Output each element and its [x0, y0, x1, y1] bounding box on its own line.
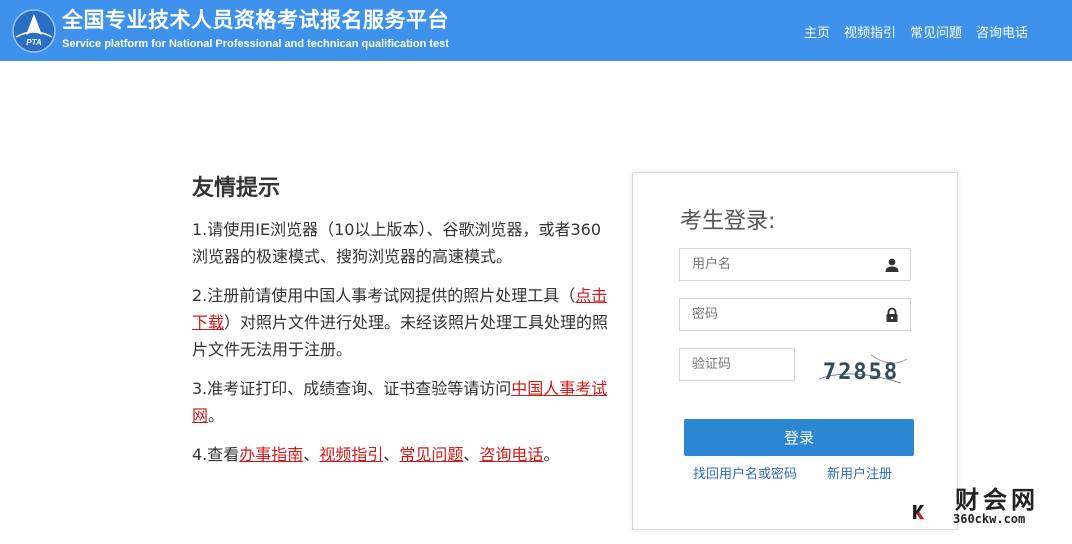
hotline-link[interactable]: 咨询电话: [479, 445, 543, 464]
password-field-box: [679, 298, 911, 331]
separator: 、: [303, 445, 320, 464]
separator: 、: [383, 445, 400, 464]
site-subtitle: Service platform for National Profession…: [62, 38, 449, 50]
tip-2: 2.注册前请使用中国人事考试网提供的照片处理工具（点击下载）对照片文件进行处理。…: [192, 282, 612, 363]
login-title: 考生登录:: [680, 209, 776, 234]
tip-2-text-b: ）对照片文件进行处理。未经该照片处理工具处理的照片文件无法用于注册。: [192, 313, 609, 359]
nav-hotline[interactable]: 咨询电话: [976, 22, 1028, 41]
tip-3: 3.准考证打印、成绩查询、证书查验等请访问中国人事考试网。: [192, 375, 612, 429]
tip-3-text-a: 3.准考证打印、成绩查询、证书查验等请访问: [192, 379, 512, 398]
recover-account-link[interactable]: 找回用户名或密码: [693, 463, 797, 482]
nav-home[interactable]: 主页: [804, 22, 830, 41]
guide-link[interactable]: 办事指南: [239, 445, 303, 464]
nav-faq[interactable]: 常见问题: [910, 22, 962, 41]
tip-3-text-b: 。: [208, 406, 225, 425]
nav-video-guide[interactable]: 视频指引: [844, 22, 896, 41]
password-input[interactable]: [680, 299, 910, 330]
tip-4-text: 4.查看: [192, 445, 240, 464]
tip-4-end: 。: [543, 445, 560, 464]
top-nav: 主页 视频指引 常见问题 咨询电话: [804, 22, 1028, 41]
register-link[interactable]: 新用户注册: [827, 463, 892, 482]
pta-logo-icon: PTA: [12, 9, 56, 53]
username-field-box: [679, 248, 911, 281]
tip-1: 1.请使用IE浏览器（10以上版本）、谷歌浏览器，或者360浏览器的极速模式、搜…: [192, 220, 601, 266]
captcha-text: 72858: [823, 360, 899, 385]
header-bar: PTA 全国专业技术人员资格考试报名服务平台 Service platform …: [0, 0, 1072, 61]
tip-2-text-a: 2.注册前请使用中国人事考试网提供的照片处理工具（: [192, 286, 576, 305]
login-panel: 考生登录: 72858 登录 找回用户名或密码 新用户注册: [632, 172, 958, 530]
captcha-field-box: [679, 348, 795, 381]
watermark-url: 360ckw.com: [953, 512, 1026, 526]
tip-4: 4.查看办事指南、视频指引、常见问题、咨询电话。: [192, 441, 612, 468]
separator: 、: [463, 445, 480, 464]
captcha-input[interactable]: [680, 349, 794, 380]
logo-lettering: PTA: [26, 38, 42, 47]
captcha-image[interactable]: 72858: [811, 349, 911, 395]
login-button[interactable]: 登录: [684, 419, 914, 456]
site-title: 全国专业技术人员资格考试报名服务平台: [62, 8, 449, 32]
faq-link[interactable]: 常见问题: [399, 445, 463, 464]
tips-title: 友情提示: [192, 176, 281, 201]
watermark-k-logo-icon: [913, 504, 925, 520]
user-icon: [885, 258, 899, 272]
tips-panel: 友情提示 1.请使用IE浏览器（10以上版本）、谷歌浏览器，或者360浏览器的极…: [192, 170, 612, 480]
lock-icon: [886, 307, 898, 322]
video-guide-link[interactable]: 视频指引: [319, 445, 383, 464]
username-input[interactable]: [680, 249, 910, 280]
watermark-text: 财会网: [955, 486, 1039, 514]
